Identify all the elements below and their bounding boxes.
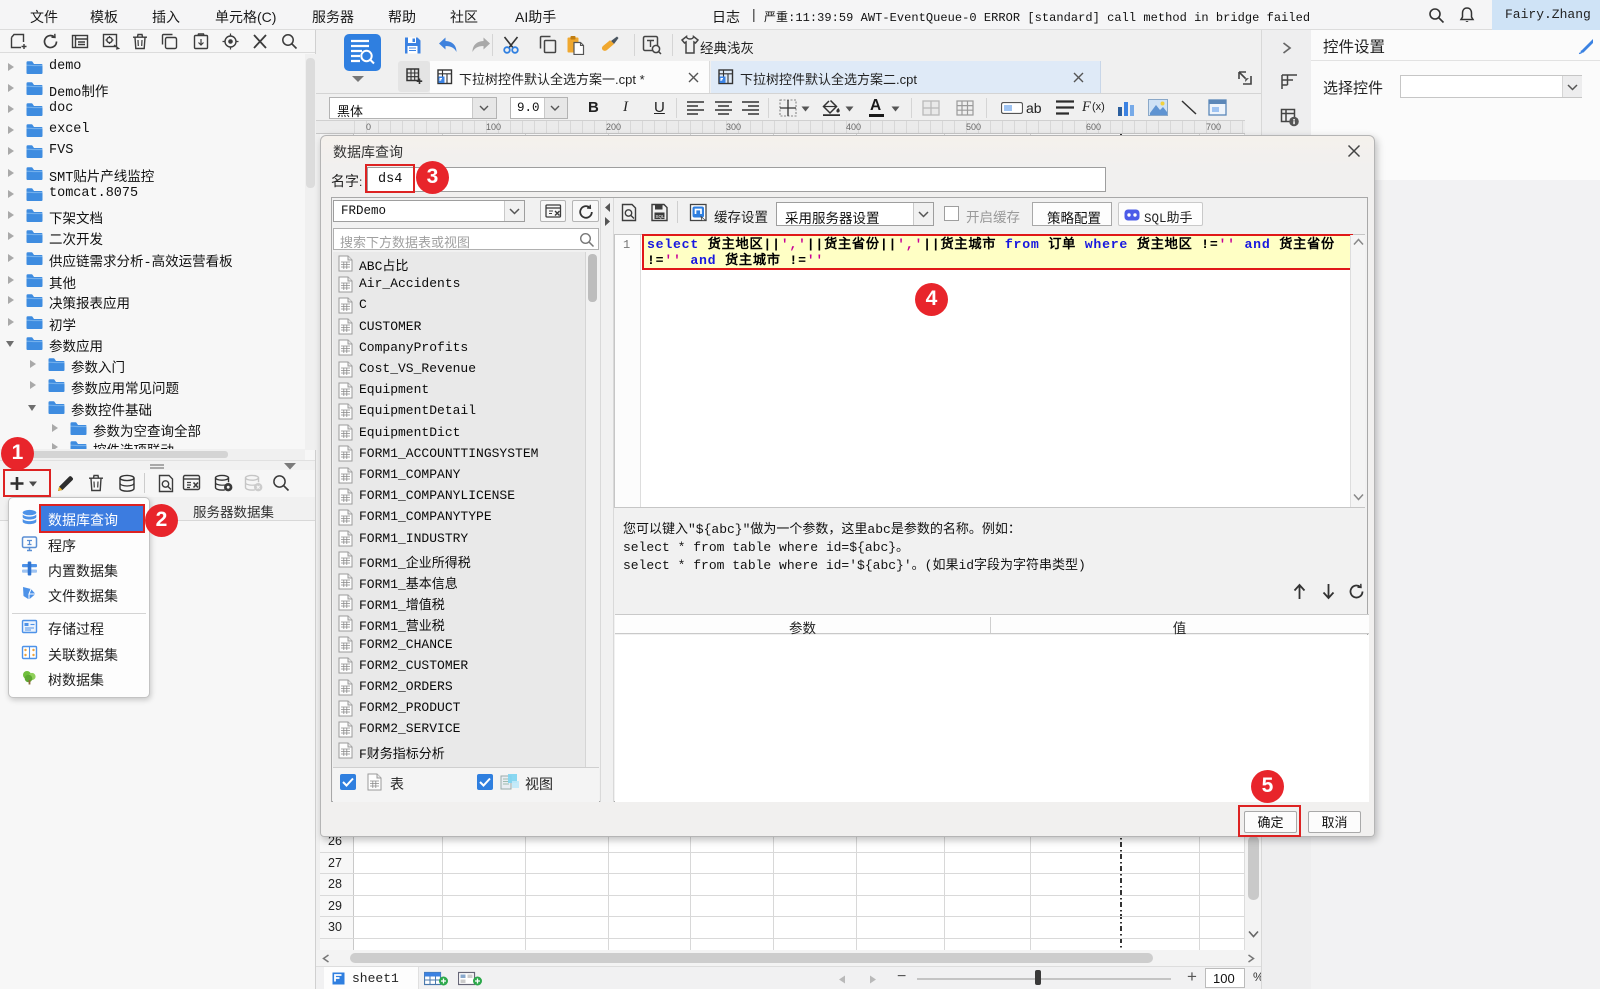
svg-text:SQL: SQL [656, 214, 666, 219]
